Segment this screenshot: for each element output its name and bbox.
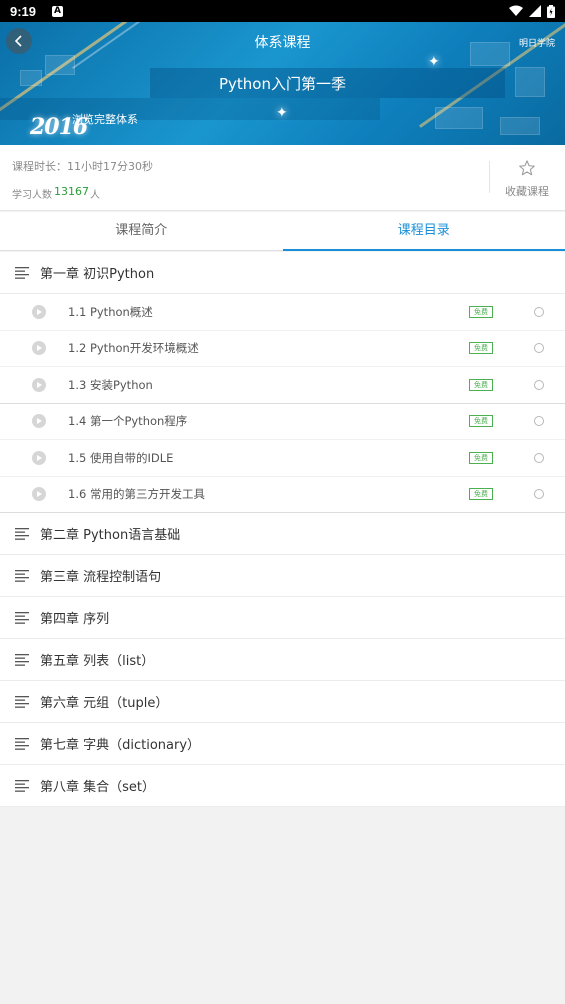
list-lines-icon (15, 569, 29, 582)
divider (489, 161, 490, 193)
chapter-title: 第三章 流程控制语句 (40, 570, 162, 585)
lesson-item[interactable]: 1.6 常用的第三方开发工具 免费 (0, 477, 565, 513)
favorite-course-button[interactable]: 收藏课程 (495, 155, 559, 205)
course-catalog: 第一章 初识Python 1.1 Python概述 免费 1.2 Python开… (0, 252, 565, 807)
free-badge: 免费 (469, 305, 493, 318)
tab-bar: 课程简介 课程目录 (0, 212, 565, 251)
course-info: 课程时长：11小时17分30秒 学习人数 13167 人 收藏课程 (0, 145, 565, 211)
progress-circle-icon (534, 416, 544, 427)
chapter-item[interactable]: 第一章 初识Python (0, 252, 565, 294)
brand-logo-text: 明日学院 (518, 39, 555, 49)
tab-course-catalog[interactable]: 课程目录 (282, 212, 565, 251)
chapter-title: 第一章 初识Python (40, 267, 155, 282)
wifi-icon (509, 5, 523, 16)
play-circle-icon (32, 377, 46, 392)
progress-circle-icon (534, 489, 544, 500)
chapter-item[interactable]: 第七章 字典（dictionary） (0, 723, 565, 765)
banner-decoration (45, 55, 75, 75)
chapter-title: 第二章 Python语言基础 (40, 528, 181, 543)
play-circle-icon (32, 414, 46, 429)
lesson-item[interactable]: 1.1 Python概述 免费 (0, 294, 565, 331)
lesson-item[interactable]: 1.5 使用自带的IDLE 免费 (0, 440, 565, 477)
lesson-item[interactable]: 1.2 Python开发环境概述 免费 (0, 331, 565, 367)
sparkle-icon: ✦ (428, 54, 440, 70)
lesson-title: 1.3 安装Python (68, 377, 153, 392)
lesson-title: 1.6 常用的第三方开发工具 (68, 487, 205, 502)
status-bar: 9:19 A (0, 0, 565, 22)
chapter-item[interactable]: 第四章 序列 (0, 597, 565, 639)
list-lines-icon (15, 695, 29, 708)
banner-decoration (435, 107, 483, 129)
sparkle-icon: ✦ (276, 105, 288, 121)
chapter-title: 第四章 序列 (40, 612, 110, 627)
lesson-title: 1.5 使用自带的IDLE (68, 450, 174, 465)
course-banner: ✦ ✦ 体系课程 明日学院 Python入门第一季 2016 浏览完整体系 (0, 22, 565, 145)
banner-decoration (500, 117, 540, 135)
progress-circle-icon (534, 343, 544, 354)
chapter-item[interactable]: 第三章 流程控制语句 (0, 555, 565, 597)
lesson-title: 1.4 第一个Python程序 (68, 414, 188, 429)
lesson-title: 1.1 Python概述 (68, 304, 153, 319)
chapter-title: 第五章 列表（list） (40, 654, 155, 669)
play-circle-icon (32, 304, 46, 319)
students-unit: 人 (90, 190, 100, 201)
status-time: 9:19 (10, 3, 37, 19)
chapter-title: 第六章 元组（tuple） (40, 696, 169, 711)
star-outline-icon (519, 160, 535, 176)
favorite-label: 收藏课程 (505, 185, 549, 198)
list-lines-icon (15, 737, 29, 750)
progress-circle-icon (534, 452, 544, 463)
free-badge: 免费 (469, 451, 493, 464)
progress-circle-icon (534, 379, 544, 390)
page-title: 体系课程 (254, 35, 311, 51)
list-lines-icon (15, 527, 29, 540)
signal-icon (529, 5, 541, 17)
students-label: 学习人数 (12, 190, 52, 201)
chapter-title: 第八章 集合（set） (40, 780, 156, 795)
free-badge: 免费 (469, 378, 493, 391)
free-badge: 免费 (469, 488, 493, 501)
chapter-title: 第七章 字典（dictionary） (40, 738, 201, 753)
play-circle-icon (32, 341, 46, 356)
chapter-item[interactable]: 第六章 元组（tuple） (0, 681, 565, 723)
list-lines-icon (15, 266, 29, 279)
notification-app-icon: A (52, 5, 64, 17)
status-indicators (509, 4, 555, 18)
lesson-item[interactable]: 1.4 第一个Python程序 免费 (0, 404, 565, 440)
free-badge: 免费 (469, 415, 493, 428)
chapter-item[interactable]: 第五章 列表（list） (0, 639, 565, 681)
list-lines-icon (15, 779, 29, 792)
free-badge: 免费 (469, 342, 493, 355)
students-count: 13167 (54, 185, 89, 198)
course-duration: 课程时长：11小时17分30秒 (12, 160, 153, 173)
battery-icon (547, 4, 555, 18)
lesson-item[interactable]: 1.3 安装Python 免费 (0, 367, 565, 404)
tab-course-intro[interactable]: 课程简介 (0, 212, 283, 250)
play-circle-icon (32, 487, 46, 502)
progress-circle-icon (534, 306, 544, 317)
course-title: Python入门第一季 (219, 75, 346, 93)
browse-full-system-link[interactable]: 浏览完整体系 (72, 111, 138, 127)
list-lines-icon (15, 653, 29, 666)
list-lines-icon (15, 611, 29, 624)
chapter-item[interactable]: 第二章 Python语言基础 (0, 513, 565, 555)
lesson-title: 1.2 Python开发环境概述 (68, 341, 199, 356)
chapter-item[interactable]: 第八章 集合（set） (0, 765, 565, 807)
play-circle-icon (32, 450, 46, 465)
